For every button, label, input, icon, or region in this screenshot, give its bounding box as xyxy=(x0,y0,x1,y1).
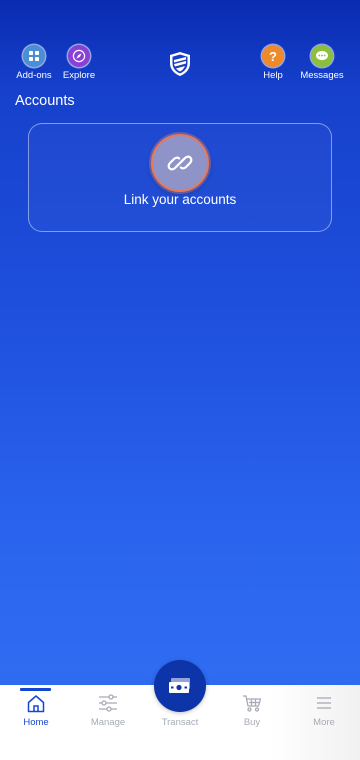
chain-link-icon xyxy=(151,134,209,192)
shield-logo-icon xyxy=(170,52,190,76)
home-icon xyxy=(25,693,47,713)
transact-label: Transact xyxy=(161,717,199,728)
menu-icon xyxy=(313,693,335,713)
compass-icon xyxy=(68,45,90,67)
help-label: Help xyxy=(263,70,283,81)
accounts-title: Accounts xyxy=(15,93,75,109)
addons-label: Add-ons xyxy=(16,70,52,81)
chat-bubble-icon xyxy=(311,45,333,67)
nav-more-label: More xyxy=(313,717,335,728)
nav-buy-label: Buy xyxy=(243,717,261,728)
nav-home-label: Home xyxy=(23,717,49,728)
nav-more[interactable]: More xyxy=(288,685,360,760)
transact-button[interactable] xyxy=(154,660,206,712)
nav-manage[interactable]: Manage xyxy=(72,685,144,760)
link-accounts-card[interactable]: Link your accounts xyxy=(28,123,332,232)
messages-button[interactable]: Messages xyxy=(297,45,347,81)
help-button[interactable]: ? Help xyxy=(248,45,298,81)
grid-icon xyxy=(23,45,45,67)
nav-home[interactable]: Home xyxy=(0,685,72,760)
explore-button[interactable]: Explore xyxy=(54,45,104,81)
addons-button[interactable]: Add-ons xyxy=(9,45,59,81)
messages-label: Messages xyxy=(300,70,344,81)
cash-icon xyxy=(169,678,190,693)
explore-label: Explore xyxy=(62,70,96,81)
question-icon: ? xyxy=(262,45,284,67)
link-accounts-label: Link your accounts xyxy=(123,192,237,207)
nav-manage-label: Manage xyxy=(90,717,126,728)
sliders-icon xyxy=(97,693,119,713)
cart-icon xyxy=(241,693,263,713)
nav-buy[interactable]: Buy xyxy=(216,685,288,760)
